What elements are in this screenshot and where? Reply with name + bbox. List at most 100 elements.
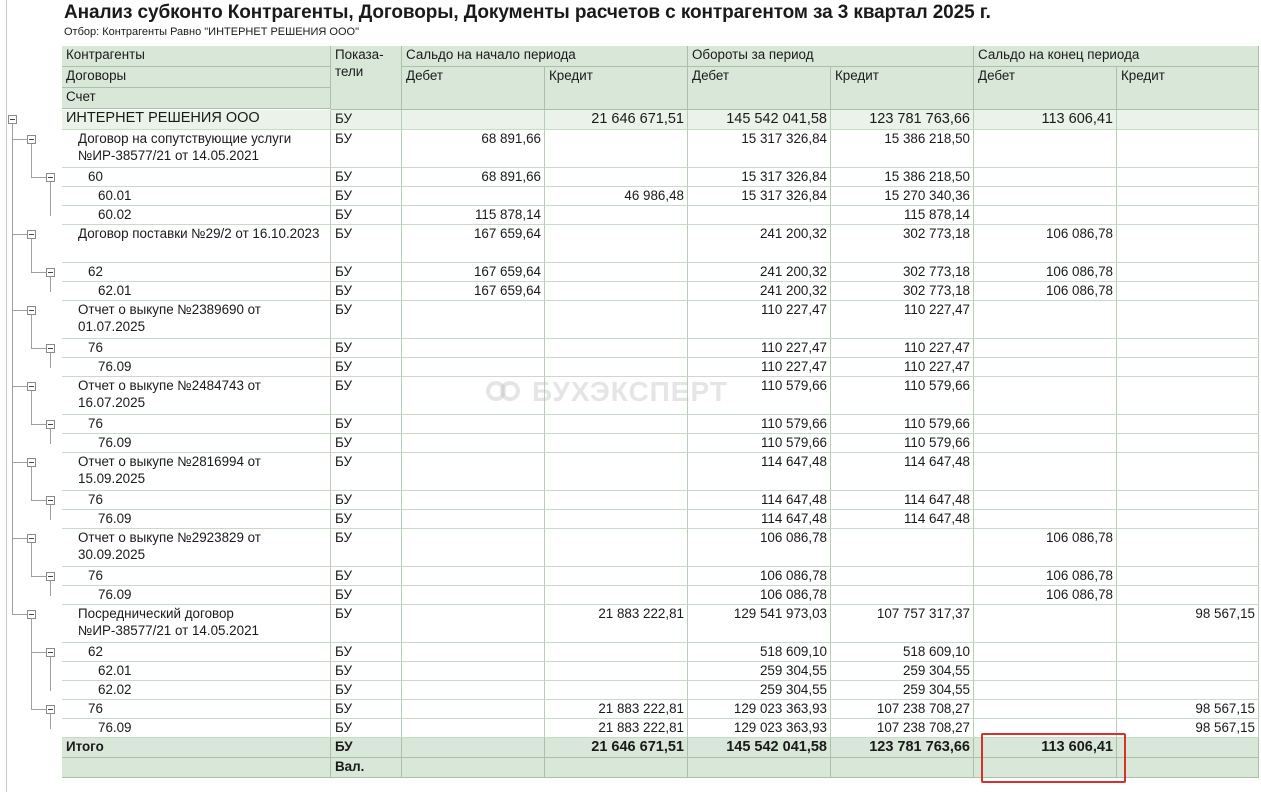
row-value-cc[interactable] <box>1117 567 1259 586</box>
row-label[interactable]: 76.09 <box>62 510 331 529</box>
row-value-od[interactable] <box>402 643 545 662</box>
header-col-counterparty[interactable]: Контрагенты <box>62 46 331 67</box>
row-value-cc[interactable]: 98 567,15 <box>1117 719 1259 738</box>
row-value-tc[interactable]: 302 773,18 <box>831 263 974 282</box>
header-closing-balance[interactable]: Сальдо на конец периода <box>974 46 1259 67</box>
collapse-toggle-icon[interactable] <box>46 572 55 581</box>
row-value-tc[interactable] <box>831 529 974 567</box>
header-closing-balance-credit[interactable]: Кредит <box>1117 67 1259 110</box>
row-value-tc[interactable]: 302 773,18 <box>831 225 974 263</box>
row-value-cc[interactable] <box>1117 510 1259 529</box>
row-value-cc[interactable] <box>1117 662 1259 681</box>
row-value-od[interactable]: 167 659,64 <box>402 263 545 282</box>
row-value-cc[interactable]: 98 567,15 <box>1117 605 1259 643</box>
row-value-od[interactable] <box>402 567 545 586</box>
row-value-cc[interactable] <box>1117 358 1259 377</box>
row-value-cd[interactable] <box>974 605 1117 643</box>
total-currency-td[interactable] <box>688 758 831 778</box>
header-col-account[interactable]: Счет <box>62 88 331 109</box>
row-value-cd[interactable] <box>974 415 1117 434</box>
row-label[interactable]: 76.09 <box>62 719 331 738</box>
row-value-tc[interactable]: 107 757 317,37 <box>831 605 974 643</box>
row-value-cd[interactable] <box>974 168 1117 187</box>
row-label[interactable]: 76.09 <box>62 586 331 605</box>
row-value-cc[interactable] <box>1117 377 1259 415</box>
row-value-cd[interactable] <box>974 339 1117 358</box>
row-value-od[interactable]: 68 891,66 <box>402 130 545 168</box>
row-label[interactable]: 60 <box>62 168 331 187</box>
row-value-cc[interactable] <box>1117 529 1259 567</box>
collapse-toggle-icon[interactable] <box>8 115 17 124</box>
row-value-td[interactable] <box>688 206 831 225</box>
row-indicator[interactable]: БУ <box>331 510 402 529</box>
total-currency-tc[interactable] <box>831 758 974 778</box>
row-indicator[interactable]: БУ <box>331 529 402 567</box>
row-indicator[interactable]: БУ <box>331 339 402 358</box>
row-label[interactable]: 76.09 <box>62 358 331 377</box>
row-value-tc[interactable]: 302 773,18 <box>831 282 974 301</box>
collapse-toggle-icon[interactable] <box>27 534 36 543</box>
header-opening-balance[interactable]: Сальдо на начало периода <box>402 46 688 67</box>
row-value-cd[interactable] <box>974 358 1117 377</box>
row-value-od[interactable] <box>402 110 545 130</box>
row-value-od[interactable]: 115 878,14 <box>402 206 545 225</box>
row-value-tc[interactable]: 110 227,47 <box>831 339 974 358</box>
row-value-cc[interactable] <box>1117 301 1259 339</box>
row-label[interactable]: Отчет о выкупе №2484743 от 16.07.2025 <box>62 377 331 415</box>
row-value-cc[interactable] <box>1117 263 1259 282</box>
header-opening-balance-credit[interactable]: Кредит <box>545 67 688 110</box>
row-value-cd[interactable] <box>974 700 1117 719</box>
row-value-td[interactable]: 114 647,48 <box>688 453 831 491</box>
row-value-oc[interactable] <box>545 301 688 339</box>
row-value-tc[interactable]: 110 579,66 <box>831 415 974 434</box>
row-value-oc[interactable]: 46 986,48 <box>545 187 688 206</box>
row-indicator[interactable]: БУ <box>331 301 402 339</box>
row-value-tc[interactable]: 114 647,48 <box>831 491 974 510</box>
row-label[interactable]: 60.01 <box>62 187 331 206</box>
row-value-cc[interactable] <box>1117 415 1259 434</box>
row-value-oc[interactable] <box>545 662 688 681</box>
row-value-oc[interactable] <box>545 510 688 529</box>
row-indicator[interactable]: БУ <box>331 434 402 453</box>
row-value-od[interactable] <box>402 510 545 529</box>
total-currency-oc[interactable] <box>545 758 688 778</box>
row-value-td[interactable]: 15 317 326,84 <box>688 168 831 187</box>
row-label[interactable]: Отчет о выкупе №2389690 от 01.07.2025 <box>62 301 331 339</box>
row-label[interactable]: 76 <box>62 415 331 434</box>
row-value-td[interactable]: 129 541 973,03 <box>688 605 831 643</box>
row-value-cc[interactable] <box>1117 206 1259 225</box>
row-value-oc[interactable] <box>545 567 688 586</box>
row-value-od[interactable] <box>402 187 545 206</box>
row-indicator[interactable]: БУ <box>331 453 402 491</box>
row-value-td[interactable]: 110 227,47 <box>688 358 831 377</box>
total-currency-cc[interactable] <box>1117 758 1259 778</box>
row-value-od[interactable]: 167 659,64 <box>402 282 545 301</box>
collapse-toggle-icon[interactable] <box>27 135 36 144</box>
row-indicator[interactable]: БУ <box>331 700 402 719</box>
row-value-cc[interactable] <box>1117 168 1259 187</box>
row-indicator[interactable]: БУ <box>331 681 402 700</box>
row-value-td[interactable]: 518 609,10 <box>688 643 831 662</box>
row-value-cd[interactable]: 106 086,78 <box>974 282 1117 301</box>
row-value-oc[interactable] <box>545 206 688 225</box>
row-value-oc[interactable] <box>545 358 688 377</box>
row-value-tc[interactable]: 114 647,48 <box>831 453 974 491</box>
row-value-cc[interactable] <box>1117 453 1259 491</box>
row-value-tc[interactable] <box>831 586 974 605</box>
row-value-tc[interactable]: 259 304,55 <box>831 681 974 700</box>
row-label[interactable]: 76 <box>62 567 331 586</box>
row-value-cc[interactable] <box>1117 339 1259 358</box>
row-value-od[interactable] <box>402 605 545 643</box>
row-value-tc[interactable]: 15 386 218,50 <box>831 168 974 187</box>
row-label[interactable]: Посреднический договор №ИР-38577/21 от 1… <box>62 605 331 643</box>
row-indicator[interactable]: БУ <box>331 586 402 605</box>
row-value-od[interactable] <box>402 719 545 738</box>
row-value-od[interactable] <box>402 491 545 510</box>
row-value-cd[interactable]: 113 606,41 <box>974 110 1117 130</box>
row-value-tc[interactable]: 107 238 708,27 <box>831 719 974 738</box>
row-value-od[interactable] <box>402 434 545 453</box>
collapse-toggle-icon[interactable] <box>27 230 36 239</box>
row-label[interactable]: 62.01 <box>62 282 331 301</box>
header-turnover-debit[interactable]: Дебет <box>688 67 831 110</box>
row-value-cc[interactable] <box>1117 225 1259 263</box>
